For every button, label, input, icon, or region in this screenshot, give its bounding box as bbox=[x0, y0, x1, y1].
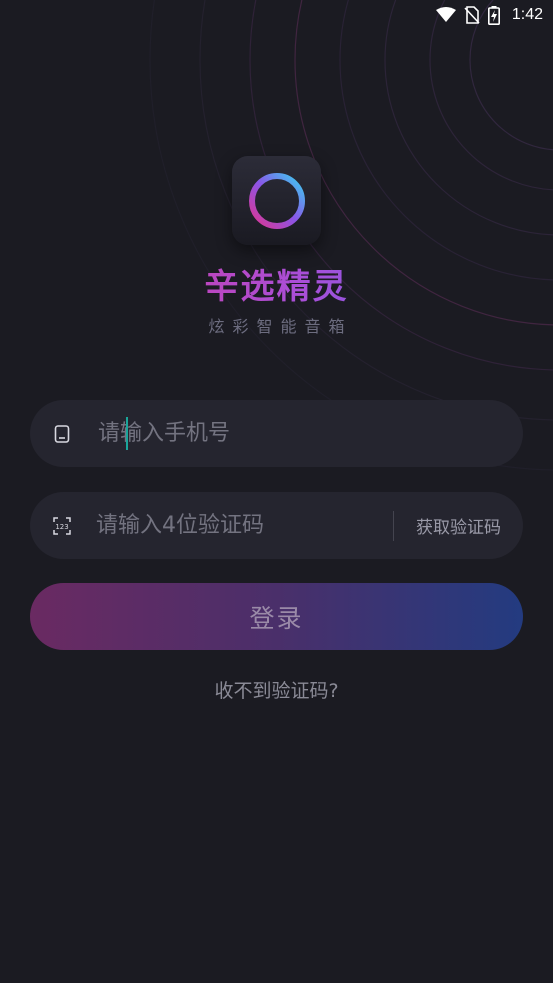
status-bar: 1:42 bbox=[0, 0, 553, 30]
app-title: 辛选精灵 bbox=[0, 262, 553, 312]
ring-logo-icon bbox=[248, 172, 305, 229]
battery-charging-icon bbox=[487, 5, 500, 25]
svg-text:123: 123 bbox=[55, 523, 68, 531]
numeric-keypad-icon: 123 bbox=[52, 516, 72, 536]
phone-input[interactable] bbox=[96, 413, 523, 454]
no-sim-icon bbox=[464, 6, 480, 24]
status-time: 1:42 bbox=[511, 6, 543, 23]
app-logo bbox=[232, 156, 321, 245]
wifi-icon bbox=[435, 7, 456, 23]
get-code-button[interactable]: 获取验证码 bbox=[416, 513, 501, 538]
verification-code-field[interactable]: 123 获取验证码 bbox=[30, 492, 523, 559]
phone-field[interactable] bbox=[30, 400, 523, 467]
no-code-help-link[interactable]: 收不到验证码? bbox=[0, 676, 553, 703]
text-cursor bbox=[126, 417, 128, 450]
login-button[interactable]: 登录 bbox=[30, 583, 523, 650]
login-screen: 1:42 辛选精灵 炫彩智能音箱 请输入手机号 123 请输入4位验证码 获取验… bbox=[0, 0, 553, 983]
app-subtitle: 炫彩智能音箱 bbox=[208, 317, 353, 336]
verification-code-input[interactable] bbox=[96, 505, 393, 546]
field-divider bbox=[393, 510, 394, 541]
phone-icon bbox=[52, 424, 72, 444]
